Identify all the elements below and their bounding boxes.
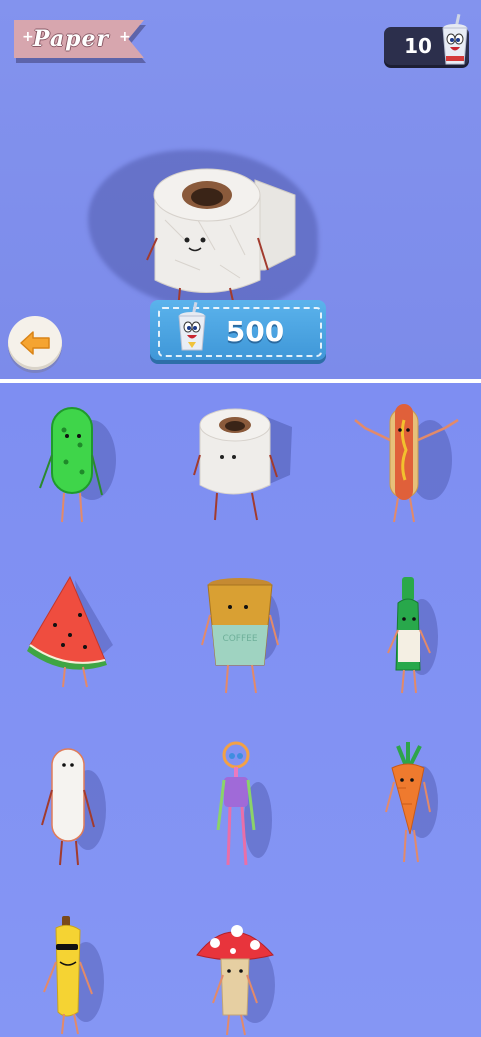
character-ring-head-figure[interactable] [210,740,280,870]
character-mushroom[interactable] [193,915,283,1037]
character-watermelon-slice[interactable] [25,575,120,690]
svg-text:COFFEE: COFFEE [222,634,257,644]
character-coffee-cup[interactable]: COFFEE [200,575,285,695]
character-soda-bottle[interactable] [380,575,450,695]
character-carrot[interactable] [380,742,450,867]
currency-amount: 10 [404,34,432,58]
character-banana[interactable] [38,912,113,1037]
character-tofu-bar[interactable] [38,745,113,870]
price-label: 500 [225,314,285,348]
character-pickle[interactable] [30,400,125,525]
character-hot-dog[interactable] [350,400,470,525]
toilet-paper-roll-preview [146,168,296,310]
cup-mascot-icon [442,14,468,65]
character-toilet-paper-roll[interactable] [192,405,302,525]
category-title: Paper [32,26,110,52]
cup-mascot-icon [178,302,206,351]
arrow-left-icon [20,331,50,355]
